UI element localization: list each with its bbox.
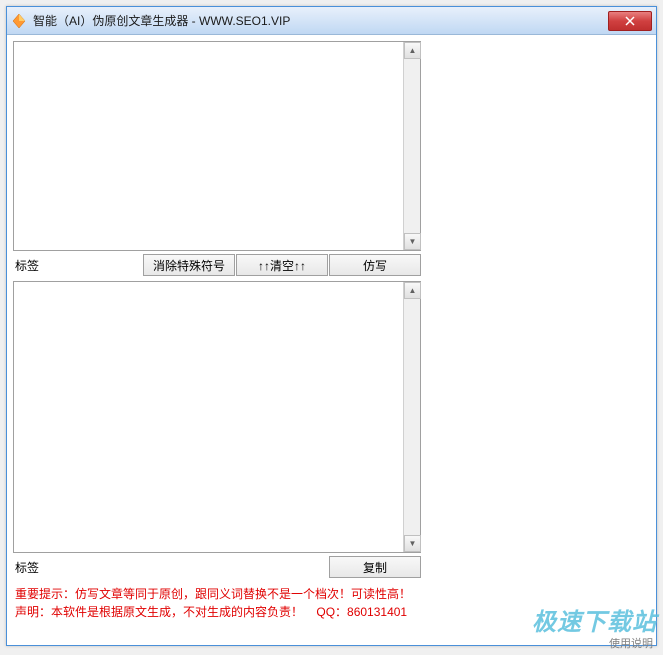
output-textarea-wrap: ▲ ▼ [13,281,421,553]
input-textarea-wrap: ▲ ▼ [13,41,421,251]
qq-label: QQ： [316,605,347,619]
output-label: 标签 [13,559,133,576]
output-toolbar: 标签 复制 [13,555,421,579]
input-label: 标签 [13,257,133,274]
clear-button[interactable]: ↑↑清空↑↑ [236,254,328,276]
input-toolbar: 标签 消除特殊符号 ↑↑清空↑↑ 仿写 [13,253,421,277]
scroll-down-icon[interactable]: ▼ [404,535,421,552]
input-textarea[interactable] [14,42,403,250]
scroll-up-icon[interactable]: ▲ [404,282,421,299]
close-button[interactable] [608,11,652,31]
watermark-text: 极速下载站 [532,602,657,637]
output-panel: ▲ ▼ 标签 复制 [13,281,421,579]
app-window: 智能（AI）伪原创文章生成器 - WWW.SEO1.VIP ▲ ▼ 标签 消除特… [6,6,657,646]
footer-tip-line2: 声明：本软件是根据原文生成，不对生成的内容负责！ QQ：860131401 [15,603,419,621]
output-scrollbar[interactable]: ▲ ▼ [403,282,420,552]
titlebar[interactable]: 智能（AI）伪原创文章生成器 - WWW.SEO1.VIP [7,7,656,35]
scroll-down-icon[interactable]: ▼ [404,233,421,250]
input-scrollbar[interactable]: ▲ ▼ [403,42,420,250]
window-title: 智能（AI）伪原创文章生成器 - WWW.SEO1.VIP [33,12,608,29]
remove-special-button[interactable]: 消除特殊符号 [143,254,235,276]
copy-button[interactable]: 复制 [329,556,421,578]
footer-tip-line1: 重要提示：仿写文章等同于原创，跟同义词替换不是一个档次！可读性高！ [15,585,419,603]
output-textarea[interactable] [14,282,403,552]
footer: 重要提示：仿写文章等同于原创，跟同义词替换不是一个档次！可读性高！ 声明：本软件… [13,583,421,623]
app-icon [11,13,27,29]
qq-number: 860131401 [347,605,407,619]
input-panel: ▲ ▼ 标签 消除特殊符号 ↑↑清空↑↑ 仿写 [13,41,421,277]
usage-note: 使用说明 [609,635,653,651]
scroll-up-icon[interactable]: ▲ [404,42,421,59]
content-area: ▲ ▼ 标签 消除特殊符号 ↑↑清空↑↑ 仿写 ▲ ▼ [7,35,656,645]
rewrite-button[interactable]: 仿写 [329,254,421,276]
close-icon [625,16,635,26]
footer-disclaimer: 声明：本软件是根据原文生成，不对生成的内容负责！ [15,605,303,619]
